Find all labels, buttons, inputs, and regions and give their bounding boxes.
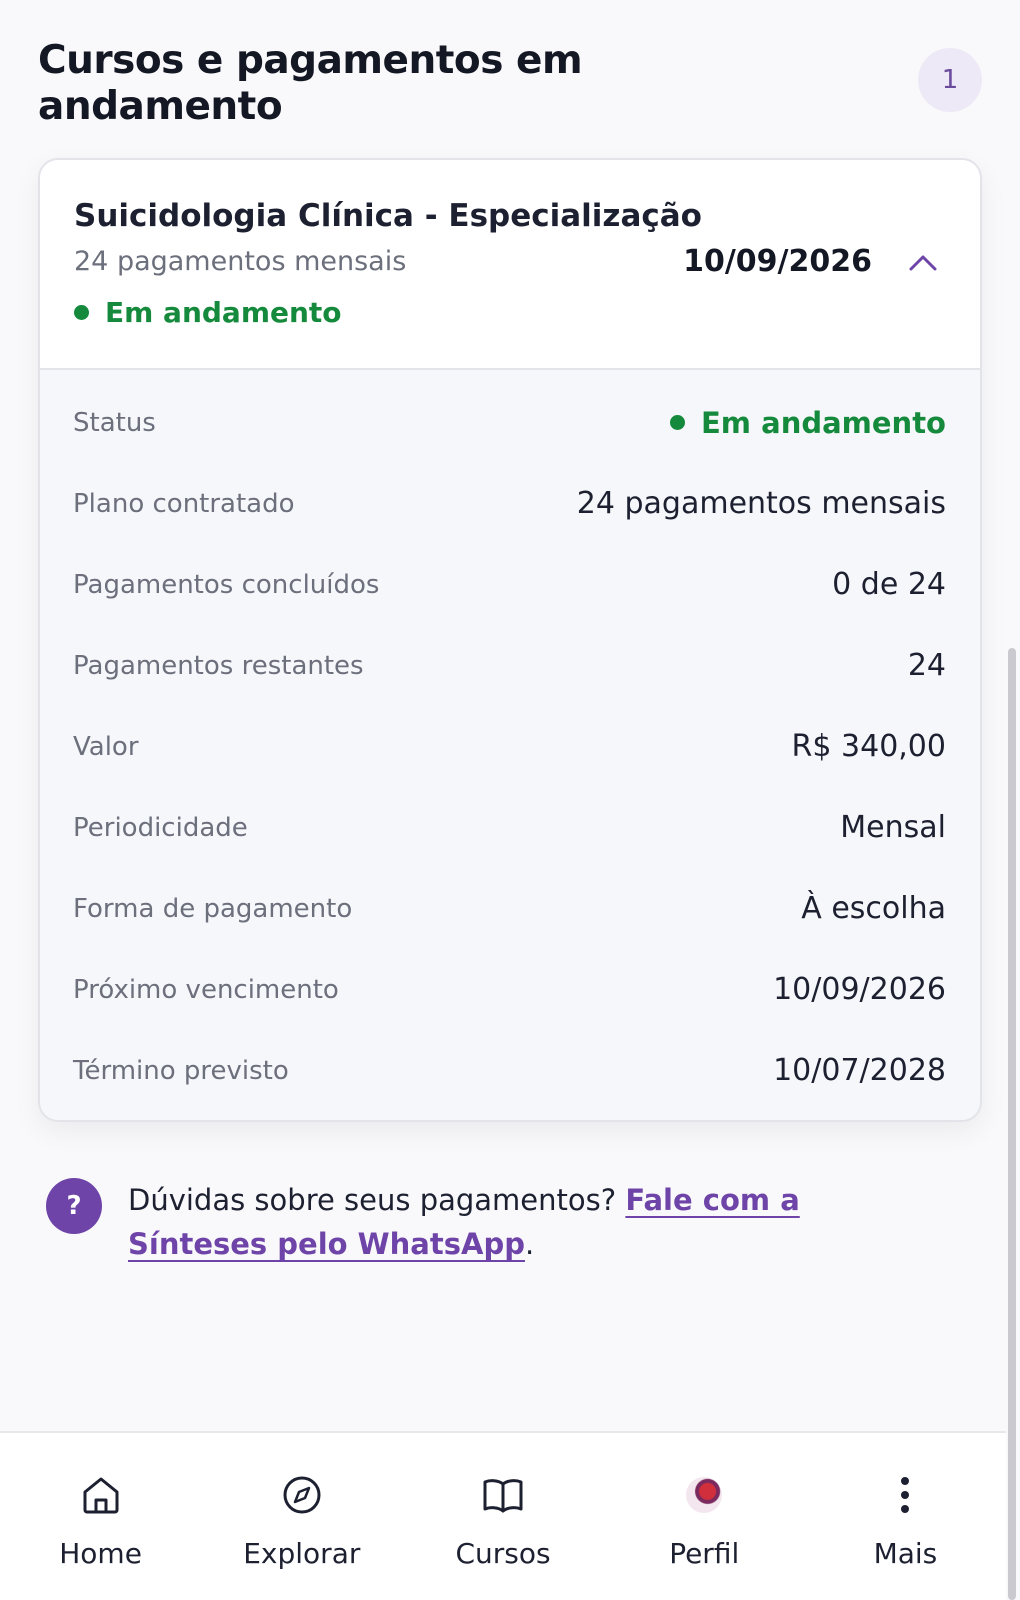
detail-value: Em andamento [670,406,946,440]
chevron-up-icon[interactable] [908,252,938,272]
detail-row-end-date: Término previsto 10/07/2028 [40,1030,980,1111]
nav-label: Home [59,1537,142,1570]
nav-label: Cursos [455,1537,551,1570]
detail-label: Próximo vencimento [73,974,339,1005]
nav-item-explore[interactable]: Explorar [201,1433,402,1600]
status-text: Em andamento [105,296,342,329]
detail-label: Periodicidade [73,812,248,843]
page: Cursos e pagamentos em andamento 1 Suici… [0,0,1020,1600]
details-list: Status Em andamento Plano contratado 24 … [40,370,980,1111]
help-suffix: . [524,1227,535,1261]
status-dot-icon [670,415,685,430]
detail-value: 10/07/2028 [773,1053,946,1088]
nav-item-home[interactable]: Home [0,1433,201,1600]
status-badge: Em andamento [74,296,342,329]
detail-value: 0 de 24 [832,567,946,602]
help-section: ? Dúvidas sobre seus pagamentos? Fale co… [46,1178,946,1266]
nav-item-profile[interactable]: Perfil [604,1433,805,1600]
detail-row-payment-method: Forma de pagamento À escolha [40,868,980,949]
detail-value: 24 [907,648,946,683]
detail-label: Término previsto [73,1055,289,1086]
course-title: Suicidologia Clínica - Especialização [74,198,702,234]
nav-label: Explorar [243,1537,361,1570]
detail-value: À escolha [801,891,946,926]
next-payment-date: 10/09/2026 [683,244,872,279]
detail-row-periodicity: Periodicidade Mensal [40,787,980,868]
detail-row-value: Valor R$ 340,00 [40,706,980,787]
nav-label: Mais [873,1537,938,1570]
help-text: Dúvidas sobre seus pagamentos? Fale com … [128,1178,946,1266]
compass-icon [283,1476,321,1514]
detail-label: Pagamentos concluídos [73,569,380,600]
course-card-header[interactable]: Suicidologia Clínica - Especialização 24… [40,160,980,370]
detail-label: Valor [73,731,139,762]
detail-label: Forma de pagamento [73,893,353,924]
detail-row-remaining: Pagamentos restantes 24 [40,625,980,706]
question-icon: ? [46,1178,102,1234]
detail-value: 24 pagamentos mensais [576,486,946,521]
detail-label: Pagamentos restantes [73,650,364,681]
course-card: Suicidologia Clínica - Especialização 24… [38,158,982,1122]
avatar [682,1473,726,1517]
more-vertical-icon [901,1477,910,1513]
status-text: Em andamento [701,405,946,440]
detail-value: R$ 340,00 [791,729,946,764]
plan-summary: 24 pagamentos mensais [74,246,407,277]
header: Cursos e pagamentos em andamento 1 [38,38,982,130]
count-badge: 1 [918,48,982,112]
bottom-nav: Home Explorar Cursos Perfil Mais [0,1431,1006,1600]
home-icon [83,1477,119,1514]
nav-item-courses[interactable]: Cursos [402,1433,603,1600]
nav-item-more[interactable]: Mais [805,1433,1006,1600]
nav-label: Perfil [669,1537,740,1570]
detail-row-completed: Pagamentos concluídos 0 de 24 [40,544,980,625]
status-dot-icon [74,305,89,320]
book-icon [483,1479,523,1513]
scrollbar[interactable] [1008,648,1016,1600]
detail-value: 10/09/2026 [773,972,946,1007]
detail-value: Mensal [840,810,946,845]
detail-row-plan: Plano contratado 24 pagamentos mensais [40,463,980,544]
avatar-image [686,1477,723,1513]
help-question: Dúvidas sobre seus pagamentos? [128,1183,626,1217]
page-title: Cursos e pagamentos em andamento [38,38,583,129]
detail-row-status: Status Em andamento [40,382,980,463]
detail-row-next-due: Próximo vencimento 10/09/2026 [40,949,980,1030]
detail-label: Status [73,407,156,438]
detail-label: Plano contratado [73,488,295,519]
